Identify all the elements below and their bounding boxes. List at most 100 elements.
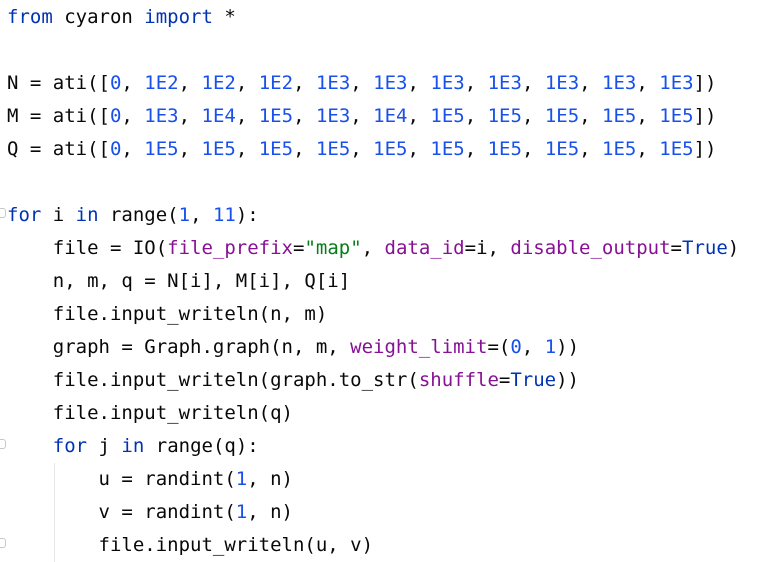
code-token: u = randint( [7,468,236,490]
code-token: "map" [304,237,362,259]
code-token: ]) [693,72,717,94]
code-token: , [521,105,545,127]
code-token: =i, [464,237,511,259]
code-token: 1E5 [602,105,637,127]
code-token: , [636,105,660,127]
code-token: in [121,435,145,457]
code-token: ]) [693,138,717,160]
code-token: 1E5 [201,138,236,160]
code-token: = [293,237,305,259]
code-line[interactable]: Q = ati([0, 1E5, 1E5, 1E5, 1E5, 1E5, 1E5… [7,133,716,166]
code-line[interactable]: from cyaron import * [7,1,236,34]
code-token: , [464,105,488,127]
code-token: , [407,105,431,127]
code-line[interactable]: n, m, q = N[i], M[i], Q[i] [7,265,350,298]
code-token: for [7,204,42,226]
code-token: , [121,72,145,94]
code-token: , [293,138,316,160]
code-line[interactable]: file = IO(file_prefix="map", data_id=i, … [7,232,739,265]
code-token: graph = Graph.graph(n, m, [7,336,351,358]
code-token: 1E2 [201,72,236,94]
code-token: file.input_writeln(n, m) [7,303,328,325]
code-token: )) [556,336,580,358]
code-token: i [41,204,76,226]
code-token: , [178,105,202,127]
code-token: n, m, q = N[i], M[i], Q[i] [7,270,351,292]
code-token: , n) [247,468,293,490]
code-token: , [235,105,259,127]
code-token: 1E5 [258,138,294,160]
code-line[interactable]: M = ati([0, 1E3, 1E4, 1E5, 1E3, 1E4, 1E5… [7,100,716,133]
code-line[interactable]: for i in range(1, 11): [7,199,259,232]
code-token: 1E5 [487,105,522,127]
code-token: 11 [212,204,236,226]
code-token: 1E3 [430,72,465,94]
code-token: , [579,105,603,127]
code-token: ) [727,237,740,259]
code-token: , [636,138,660,160]
code-token: M = ati([ [7,105,110,127]
code-token: 1E4 [201,105,236,127]
code-token: 0 [109,72,122,94]
code-token: ): [235,204,259,226]
code-token: * [212,6,236,28]
code-token: , [579,72,603,94]
code-token: 1E3 [144,105,179,127]
code-token: 1E5 [544,138,580,160]
code-token: 0 [510,336,522,358]
code-line[interactable]: file.input_writeln(u, v) [7,529,374,562]
fold-marker-icon[interactable] [0,439,6,449]
code-token: , [293,72,316,94]
code-token: 1 [235,501,248,523]
code-token: , [121,105,145,127]
code-token: , n) [247,501,293,523]
code-token: 1 [544,336,557,358]
fold-marker-icon[interactable] [0,208,6,218]
code-token: = [498,369,511,391]
code-token: shuffle [418,369,499,391]
code-token: 1E3 [602,72,637,94]
code-token: file.input_writeln(q) [7,402,293,424]
code-token: True [510,369,557,391]
code-token: file_prefix [167,237,293,259]
code-token: 1E5 [258,105,294,127]
code-token: 1E2 [144,72,179,94]
code-line[interactable]: file.input_writeln(n, m) [7,298,328,331]
code-line[interactable]: file.input_writeln(q) [7,397,293,430]
code-token: 1E5 [315,138,351,160]
code-token: 0 [109,138,122,160]
code-token: file.input_writeln(graph.to_str( [7,369,419,391]
code-token: 1E5 [430,105,465,127]
code-token: , [361,237,385,259]
code-token: = [670,237,682,259]
code-token: , [235,138,259,160]
code-line[interactable]: for j in range(q): [7,430,259,463]
code-token: 1E5 [659,138,694,160]
code-token: 1E2 [258,72,294,94]
code-token: , [464,138,488,160]
code-editor[interactable]: from cyaron import * N = ati([0, 1E2, 1E2… [0,0,780,562]
code-token: , [293,105,316,127]
code-line[interactable]: graph = Graph.graph(n, m, weight_limit=(… [7,331,579,364]
code-token: 1E3 [544,72,580,94]
code-token: file.input_writeln(u, v) [7,534,374,556]
code-token: 1E5 [144,138,179,160]
code-token: Q = ati([ [7,138,110,160]
code-token: cyaron [52,6,145,28]
fold-marker-icon[interactable] [0,538,6,548]
code-token: , [407,138,431,160]
code-line[interactable]: N = ati([0, 1E2, 1E2, 1E2, 1E3, 1E3, 1E3… [7,67,716,100]
code-token: file = IO( [7,237,168,259]
code-token: 1E3 [315,105,351,127]
code-line[interactable]: file.input_writeln(graph.to_str(shuffle=… [7,364,579,397]
code-token: , [636,72,660,94]
code-token: 1E5 [487,138,522,160]
code-token: , [178,72,202,94]
code-line[interactable]: u = randint(1, n) [7,463,294,496]
code-token: , [521,72,545,94]
code-token: 1E3 [315,72,351,94]
code-line[interactable]: v = randint(1, n) [7,496,294,529]
code-token: ]) [693,105,717,127]
code-token: , [350,105,374,127]
code-token: 1E3 [373,72,408,94]
